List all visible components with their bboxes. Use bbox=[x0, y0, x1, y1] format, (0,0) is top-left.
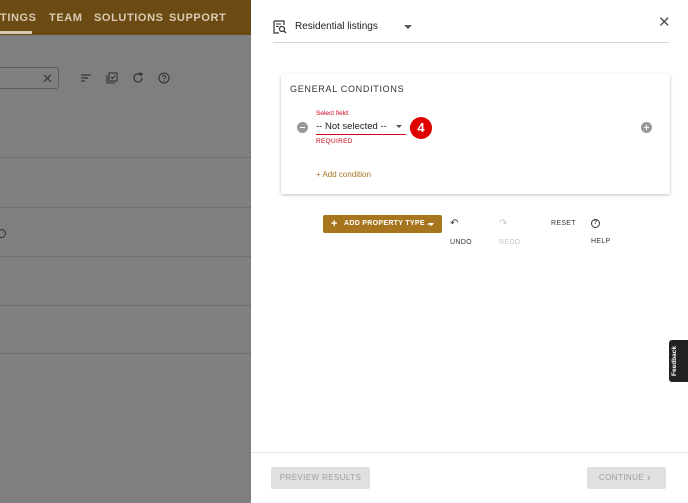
add-property-type-button[interactable]: + ADD PROPERTY TYPE ... bbox=[323, 215, 442, 233]
listing-type-selector[interactable]: Residential listings bbox=[273, 18, 669, 43]
table-row-divider bbox=[0, 305, 251, 306]
listing-search-icon bbox=[273, 20, 287, 34]
preview-results-button[interactable]: PREVIEW RESULTS bbox=[271, 467, 370, 489]
table-row-divider bbox=[0, 207, 251, 208]
nav-item-listings[interactable]: TINGS bbox=[0, 12, 37, 24]
required-error: REQUIRED bbox=[316, 138, 353, 145]
footer-divider bbox=[251, 452, 688, 453]
reset-label: RESET bbox=[551, 220, 576, 227]
nav-active-indicator bbox=[0, 31, 32, 34]
nav-item-solutions[interactable]: SOLUTIONS bbox=[94, 12, 164, 24]
feedback-label: Feedback bbox=[671, 346, 678, 376]
search-builder-panel: Residential listings ✕ GENERAL CONDITION… bbox=[251, 0, 688, 503]
add-nested-condition-icon[interactable] bbox=[641, 122, 652, 133]
undo-button[interactable]: ↶ UNDO bbox=[450, 215, 472, 246]
sort-icon[interactable] bbox=[80, 72, 92, 84]
step-number-badge: 4 bbox=[410, 117, 432, 139]
table-row-divider bbox=[0, 157, 251, 158]
chevron-down-icon bbox=[396, 125, 402, 128]
select-field-dropdown[interactable]: -- Not selected -- bbox=[316, 119, 406, 135]
card-heading: GENERAL CONDITIONS bbox=[290, 84, 405, 94]
chevron-down-icon bbox=[404, 25, 412, 29]
add-condition-link[interactable]: + Add condition bbox=[316, 170, 371, 179]
undo-icon: ↶ bbox=[450, 218, 459, 229]
help-label: HELP bbox=[591, 238, 611, 245]
redo-button[interactable]: ↷ REDO bbox=[499, 215, 520, 246]
close-panel-button[interactable]: ✕ bbox=[658, 13, 671, 31]
help-icon bbox=[0, 229, 6, 238]
table-row-divider bbox=[0, 353, 251, 354]
continue-label: CONTINUE bbox=[599, 473, 644, 482]
table-row-divider bbox=[0, 256, 251, 257]
reset-button[interactable]: RESET bbox=[551, 215, 576, 233]
continue-button[interactable]: CONTINUE › bbox=[587, 467, 666, 489]
undo-label: UNDO bbox=[450, 238, 472, 246]
help-button[interactable]: ? HELP bbox=[591, 215, 611, 245]
help-icon[interactable] bbox=[158, 72, 170, 84]
select-field-label: Select field: bbox=[316, 110, 350, 117]
clear-search-icon[interactable]: ✕ bbox=[42, 71, 53, 87]
redo-label: REDO bbox=[499, 238, 521, 246]
redo-icon: ↷ bbox=[499, 218, 508, 229]
feedback-tab[interactable]: Feedback bbox=[669, 340, 688, 382]
remove-condition-icon[interactable] bbox=[297, 122, 308, 133]
refresh-icon[interactable] bbox=[132, 72, 144, 84]
chevron-down-icon bbox=[428, 223, 434, 226]
background-app: TINGS TEAM SOLUTIONS SUPPORT ✕ bbox=[0, 0, 251, 503]
help-icon: ? bbox=[591, 218, 600, 228]
nav-item-team[interactable]: TEAM bbox=[49, 12, 83, 24]
nav-item-support[interactable]: SUPPORT bbox=[169, 12, 226, 24]
select-all-icon[interactable] bbox=[106, 72, 118, 84]
general-conditions-card: GENERAL CONDITIONS Select field: -- Not … bbox=[281, 74, 670, 194]
select-field-value: -- Not selected -- bbox=[316, 121, 387, 132]
plus-icon: + bbox=[331, 218, 338, 230]
add-property-type-label: ADD PROPERTY TYPE ... bbox=[344, 220, 434, 227]
chevron-right-icon: › bbox=[647, 472, 652, 484]
top-nav-bar: TINGS TEAM SOLUTIONS SUPPORT bbox=[0, 0, 251, 35]
listing-type-label: Residential listings bbox=[295, 21, 378, 32]
